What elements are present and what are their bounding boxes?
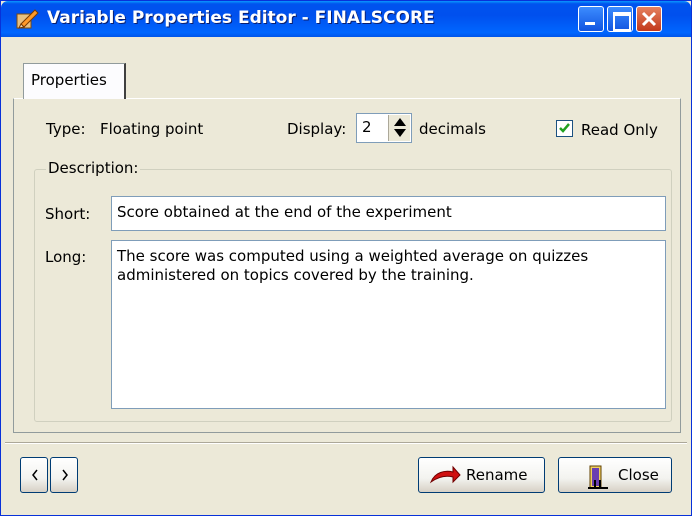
spinner-buttons[interactable] xyxy=(388,115,410,141)
variable-properties-window: Variable Properties Editor - FINALSCORE … xyxy=(0,0,692,516)
long-description-field[interactable]: The score was computed using a weighted … xyxy=(111,240,666,409)
display-label: Display: xyxy=(287,120,347,138)
short-label: Short: xyxy=(45,205,91,223)
exit-door-icon xyxy=(588,465,608,489)
check-icon xyxy=(559,123,570,133)
rename-button[interactable]: Rename xyxy=(418,457,545,493)
type-label: Type: xyxy=(46,120,86,138)
rename-arrow-icon xyxy=(429,465,461,484)
tab-properties[interactable]: Properties xyxy=(23,63,126,99)
decimals-label: decimals xyxy=(419,120,486,138)
chevron-right-icon xyxy=(62,469,68,481)
rename-button-label: Rename xyxy=(466,466,528,484)
long-label: Long: xyxy=(45,248,87,266)
title-bar[interactable]: Variable Properties Editor - FINALSCORE xyxy=(1,1,691,37)
read-only-label[interactable]: Read Only xyxy=(581,121,658,139)
close-icon[interactable] xyxy=(636,6,662,32)
maximize-icon[interactable] xyxy=(607,6,633,32)
previous-button[interactable] xyxy=(20,457,48,493)
description-group-title: Description: xyxy=(46,159,141,177)
close-button-label: Close xyxy=(618,466,659,484)
spin-up-icon[interactable] xyxy=(394,118,406,126)
decimals-spinner[interactable]: 2 xyxy=(356,113,412,143)
minimize-icon[interactable] xyxy=(578,6,604,32)
spin-down-icon[interactable] xyxy=(394,129,406,137)
type-value: Floating point xyxy=(100,120,204,138)
app-icon xyxy=(16,9,39,29)
next-button[interactable] xyxy=(50,457,78,493)
tab-properties-label: Properties xyxy=(31,71,107,89)
chevron-left-icon xyxy=(32,469,38,481)
window-title: Variable Properties Editor - FINALSCORE xyxy=(47,8,435,28)
decimals-value[interactable]: 2 xyxy=(362,118,372,136)
read-only-checkbox[interactable] xyxy=(556,120,573,137)
footer-divider xyxy=(5,442,687,444)
close-button[interactable]: Close xyxy=(558,457,672,493)
short-description-field[interactable]: Score obtained at the end of the experim… xyxy=(111,196,666,231)
